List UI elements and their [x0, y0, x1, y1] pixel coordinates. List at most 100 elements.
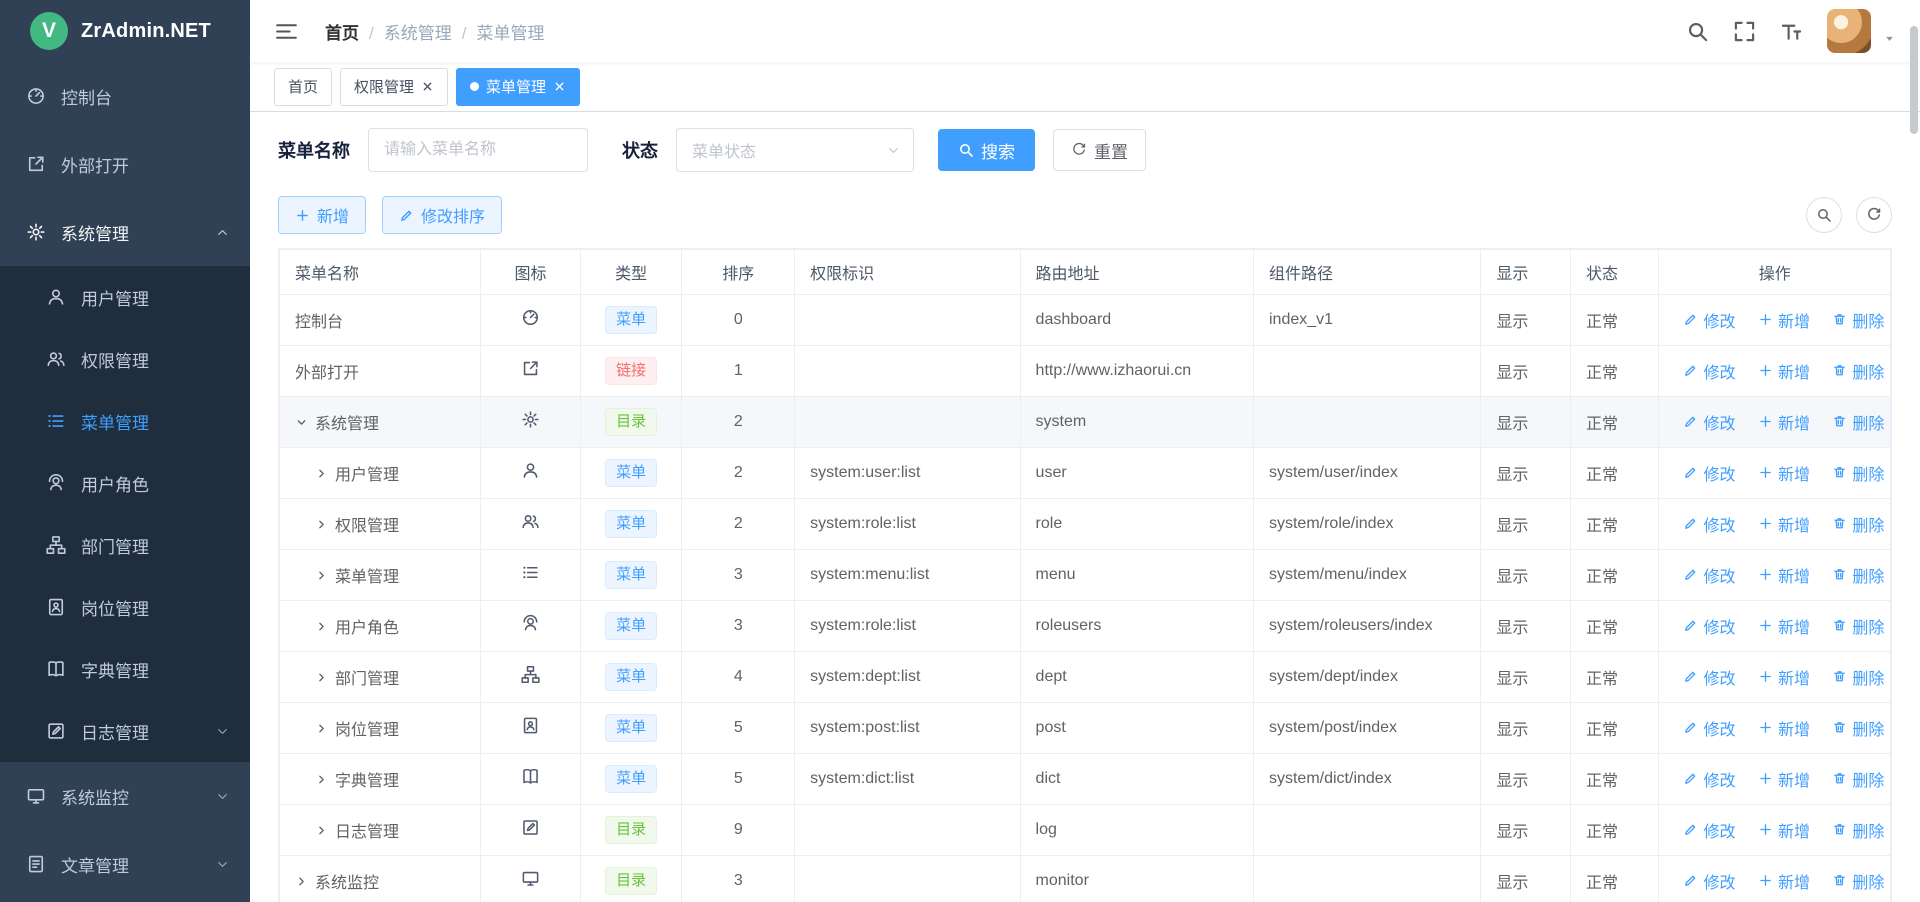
edit-row-button[interactable]: 修改	[1683, 359, 1735, 383]
edit-row-button[interactable]: 修改	[1683, 767, 1735, 791]
edit-row-button[interactable]: 修改	[1683, 869, 1735, 893]
add-row-button[interactable]: 新增	[1758, 614, 1810, 638]
perm-value: system:post:list	[795, 703, 1020, 754]
edit-row-button[interactable]: 修改	[1683, 512, 1735, 536]
delete-label: 删除	[1852, 818, 1884, 842]
delete-row-button[interactable]: 删除	[1832, 767, 1884, 791]
breadcrumb-link[interactable]: 首页	[325, 24, 359, 43]
close-icon[interactable]	[421, 80, 434, 93]
delete-label: 删除	[1852, 665, 1884, 689]
edit-row-button[interactable]: 修改	[1683, 716, 1735, 740]
row-expand-icon[interactable]	[315, 722, 328, 735]
column-header: 操作	[1659, 250, 1891, 295]
row-expand-icon[interactable]	[315, 467, 328, 480]
delete-row-button[interactable]: 删除	[1832, 614, 1884, 638]
plus-icon	[1758, 618, 1773, 633]
sidebar-item[interactable]: 系统管理	[0, 198, 250, 266]
component-value	[1253, 346, 1480, 397]
add-row-button[interactable]: 新增	[1758, 410, 1810, 434]
add-row-button[interactable]: 新增	[1758, 308, 1810, 332]
add-row-button[interactable]: 新增	[1758, 767, 1810, 791]
refresh-table-button[interactable]	[1856, 197, 1892, 233]
row-expand-icon[interactable]	[315, 518, 328, 531]
sidebar-item[interactable]: 用户管理	[0, 266, 250, 328]
sidebar-item[interactable]: 系统监控	[0, 762, 250, 830]
delete-label: 删除	[1852, 359, 1884, 383]
row-expand-icon[interactable]	[315, 824, 328, 837]
sidebar-toggle-icon[interactable]	[274, 19, 299, 44]
add-button[interactable]: 新增	[278, 196, 366, 234]
perm-value: system:menu:list	[795, 550, 1020, 601]
sidebar-item[interactable]: 岗位管理	[0, 576, 250, 638]
delete-row-button[interactable]: 删除	[1832, 665, 1884, 689]
edit-row-button[interactable]: 修改	[1683, 308, 1735, 332]
edit-row-button[interactable]: 修改	[1683, 818, 1735, 842]
add-row-button[interactable]: 新增	[1758, 359, 1810, 383]
avatar[interactable]	[1827, 9, 1871, 53]
add-row-button[interactable]: 新增	[1758, 818, 1810, 842]
view-tab[interactable]: 权限管理	[340, 68, 448, 106]
sidebar-item[interactable]: 文章管理	[0, 830, 250, 898]
sidebar-item[interactable]: 用户角色	[0, 452, 250, 514]
add-row-button[interactable]: 新增	[1758, 869, 1810, 893]
delete-row-button[interactable]: 删除	[1832, 359, 1884, 383]
fullscreen-icon[interactable]	[1733, 20, 1756, 43]
font-size-icon[interactable]	[1780, 20, 1803, 43]
view-tab[interactable]: 首页	[274, 68, 332, 106]
sidebar-item-icon	[26, 86, 46, 106]
avatar-caret-down-icon[interactable]	[1883, 32, 1896, 45]
close-icon[interactable]	[553, 80, 566, 93]
sidebar-item[interactable]: 部门管理	[0, 514, 250, 576]
search-button[interactable]: 搜索	[938, 129, 1035, 171]
edit-sort-button[interactable]: 修改排序	[382, 196, 502, 234]
add-row-button[interactable]: 新增	[1758, 512, 1810, 536]
row-expand-icon[interactable]	[315, 620, 328, 633]
menu-name-input[interactable]	[368, 128, 588, 172]
add-row-button[interactable]: 新增	[1758, 716, 1810, 740]
search-icon[interactable]	[1686, 20, 1709, 43]
delete-row-button[interactable]: 删除	[1832, 818, 1884, 842]
edit-row-button[interactable]: 修改	[1683, 665, 1735, 689]
view-tab[interactable]: 菜单管理	[456, 68, 580, 106]
edit-icon	[1683, 414, 1698, 429]
sidebar-item-icon	[46, 349, 66, 369]
delete-row-button[interactable]: 删除	[1832, 512, 1884, 536]
sidebar-item[interactable]: 权限管理	[0, 328, 250, 390]
row-expand-icon[interactable]	[295, 416, 308, 429]
sidebar-item[interactable]: 外部打开	[0, 130, 250, 198]
edit-row-button[interactable]: 修改	[1683, 614, 1735, 638]
show-search-button[interactable]	[1806, 197, 1842, 233]
delete-row-button[interactable]: 删除	[1832, 410, 1884, 434]
app-logo[interactable]: V ZrAdmin.NET	[0, 0, 250, 62]
row-expand-icon[interactable]	[295, 875, 308, 888]
sidebar-item[interactable]: 控制台	[0, 62, 250, 130]
status-value: 正常	[1570, 652, 1659, 703]
sidebar-item[interactable]: 字典管理	[0, 638, 250, 700]
delete-row-button[interactable]: 删除	[1832, 461, 1884, 485]
breadcrumb-link[interactable]: 菜单管理	[476, 24, 544, 43]
menu-status-select[interactable]: 菜单状态	[676, 128, 914, 172]
reset-button[interactable]: 重置	[1053, 129, 1146, 171]
breadcrumb-link[interactable]: 系统管理	[384, 24, 452, 43]
sidebar-item[interactable]: 菜单管理	[0, 390, 250, 452]
edit-row-button[interactable]: 修改	[1683, 563, 1735, 587]
vertical-scrollbar-thumb[interactable]	[1910, 26, 1918, 134]
row-expand-icon[interactable]	[315, 569, 328, 582]
edit-row-button[interactable]: 修改	[1683, 461, 1735, 485]
delete-row-button[interactable]: 删除	[1832, 563, 1884, 587]
sidebar-item[interactable]: 日志管理	[0, 700, 250, 762]
add-row-button[interactable]: 新增	[1758, 563, 1810, 587]
sidebar-item-label: 系统管理	[61, 220, 215, 245]
edit-row-button[interactable]: 修改	[1683, 410, 1735, 434]
row-expand-icon[interactable]	[315, 671, 328, 684]
delete-icon	[1832, 312, 1847, 327]
edit-icon	[1683, 465, 1698, 480]
delete-row-button[interactable]: 删除	[1832, 716, 1884, 740]
row-expand-icon[interactable]	[315, 773, 328, 786]
delete-row-button[interactable]: 删除	[1832, 308, 1884, 332]
delete-row-button[interactable]: 删除	[1832, 869, 1884, 893]
route-value: monitor	[1020, 856, 1253, 902]
add-row-button[interactable]: 新增	[1758, 461, 1810, 485]
add-row-button[interactable]: 新增	[1758, 665, 1810, 689]
visible-value: 显示	[1481, 550, 1571, 601]
